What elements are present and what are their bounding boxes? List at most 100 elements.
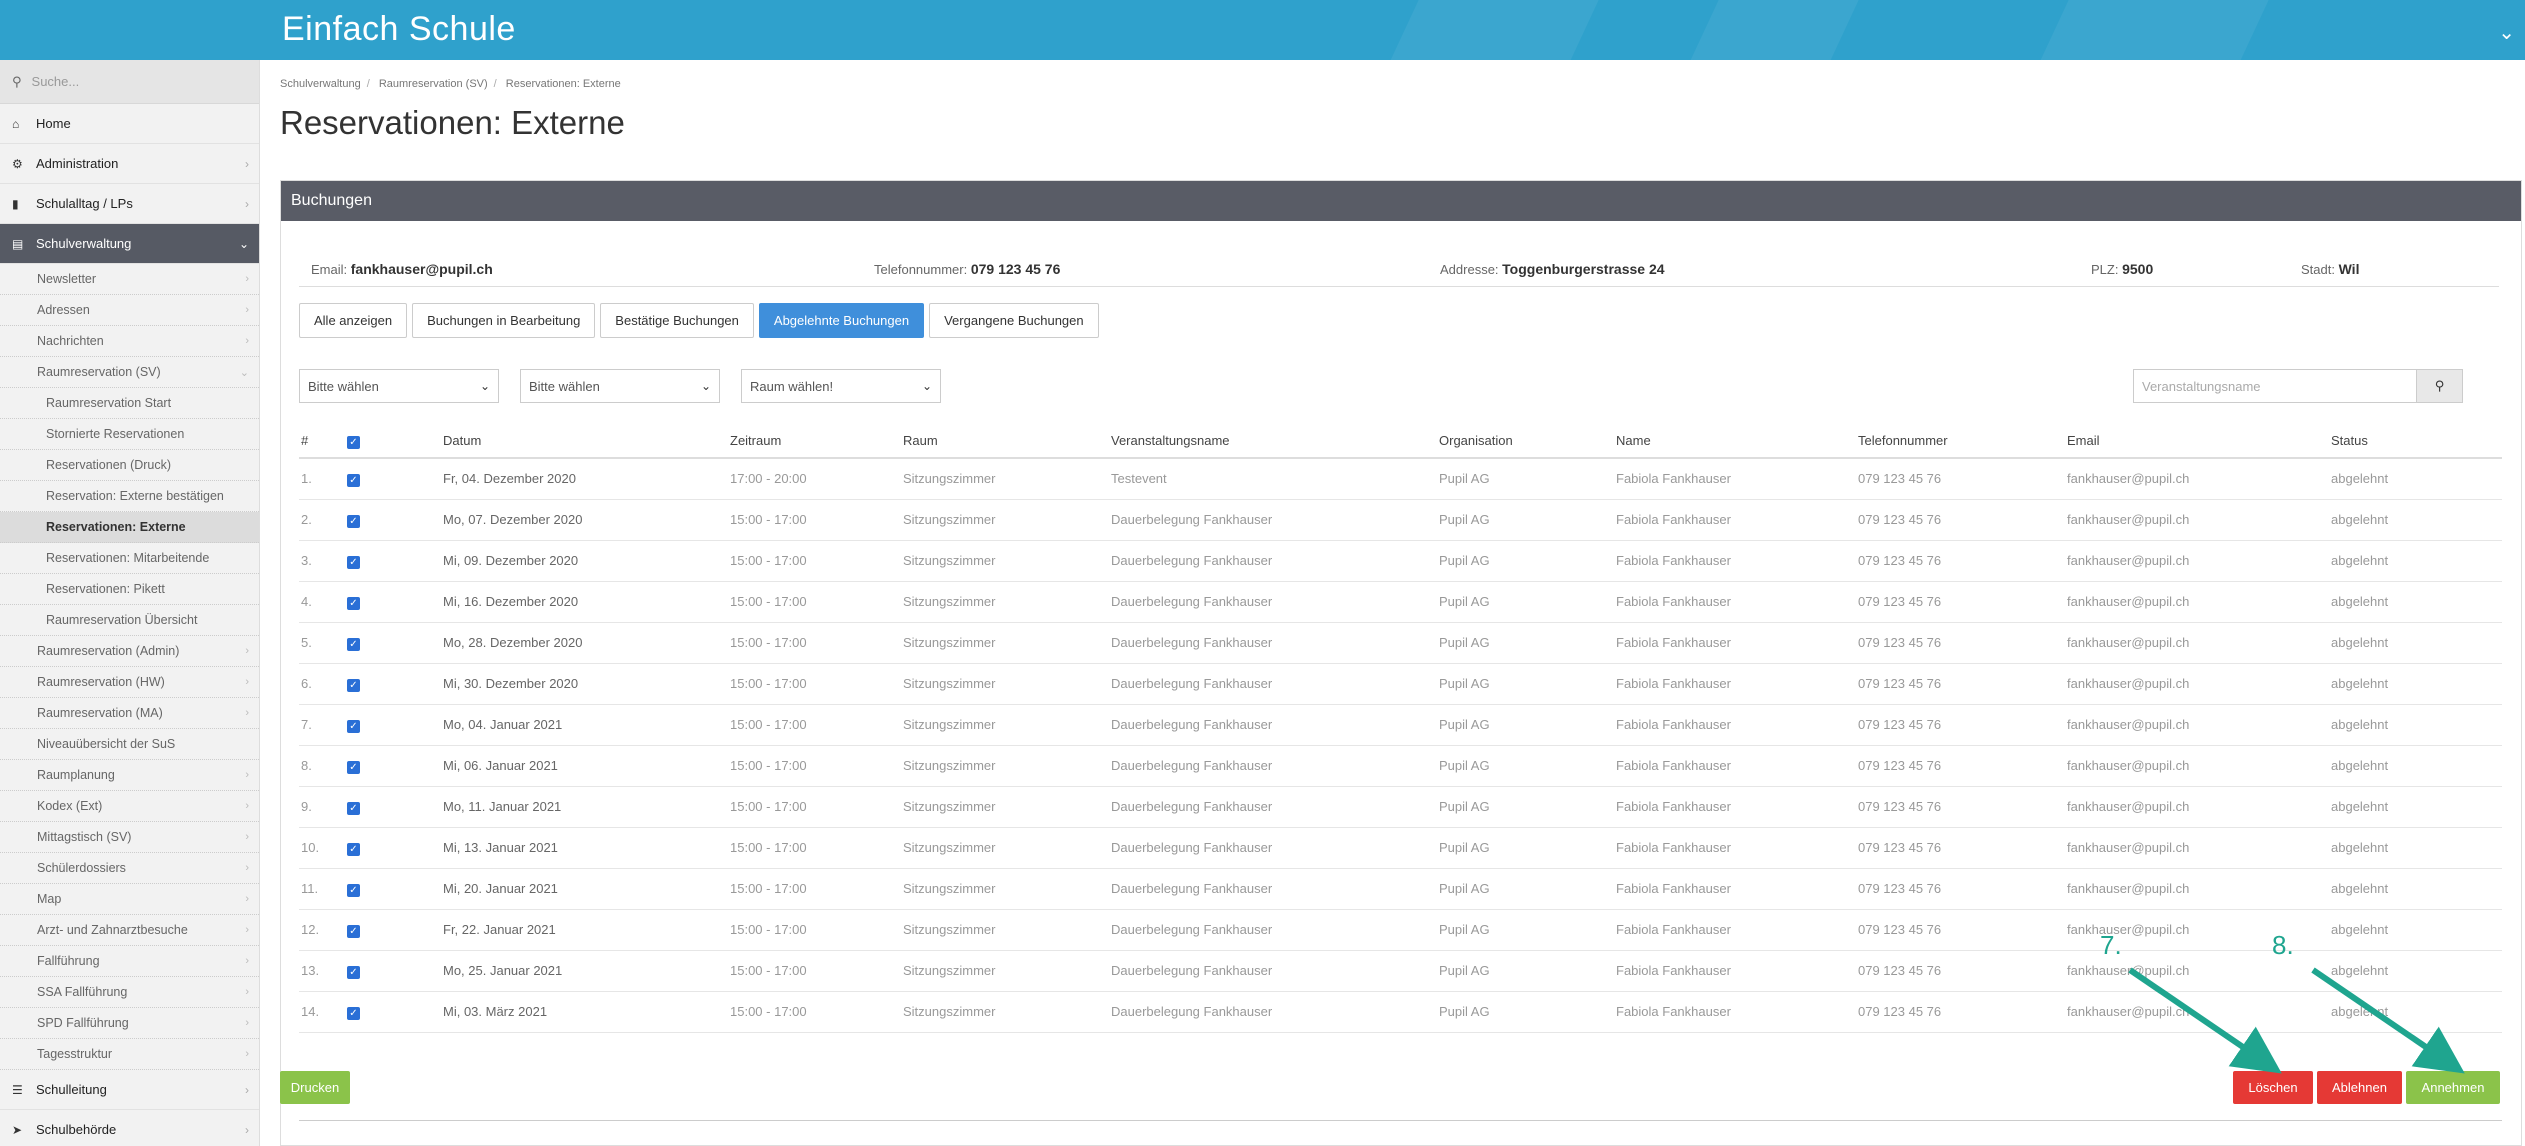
row-checkbox[interactable]: ✓: [347, 760, 360, 774]
sidebar-item-schulverwaltung[interactable]: ▤ Schulverwaltung ⌄: [0, 224, 259, 264]
sidebar-item-administration[interactable]: ⚙ Administration ›: [0, 144, 259, 184]
cell-checkbox[interactable]: ✓: [345, 663, 441, 705]
row-checkbox[interactable]: ✓: [347, 514, 360, 528]
sidebar-sub-stornierte[interactable]: Stornierte Reservationen: [0, 419, 259, 450]
sidebar-item-schulalltag[interactable]: ▮ Schulalltag / LPs ›: [0, 184, 259, 224]
row-checkbox[interactable]: ✓: [347, 555, 360, 569]
table-row[interactable]: 8. ✓ Mi, 06. Januar 2021 15:00 - 17:00 Sitzu…: [299, 745, 2502, 787]
row-checkbox[interactable]: ✓: [347, 678, 360, 692]
breadcrumb-item[interactable]: Schulverwaltung: [280, 78, 361, 90]
cell-checkbox[interactable]: ✓: [345, 499, 441, 541]
filter-select-1[interactable]: Bitte wählen ⌄: [299, 369, 499, 403]
sidebar-sub-raumplanung[interactable]: Raumplanung ›: [0, 760, 259, 791]
room-select[interactable]: Raum wählen! ⌄: [741, 369, 941, 403]
sidebar-sub-niveau[interactable]: Niveauübersicht der SuS: [0, 729, 259, 760]
sidebar-sub-raumreservation-start[interactable]: Raumreservation Start: [0, 388, 259, 419]
sidebar-sub-mittagstisch[interactable]: Mittagstisch (SV) ›: [0, 822, 259, 853]
checkbox-select-all[interactable]: ✓: [347, 435, 360, 449]
filter-select-2[interactable]: Bitte wählen ⌄: [520, 369, 720, 403]
sidebar-sub-nachrichten[interactable]: Nachrichten ›: [0, 326, 259, 357]
col-name[interactable]: Name: [1614, 424, 1856, 459]
table-row[interactable]: 3. ✓ Mi, 09. Dezember 2020 15:00 - 17:00 Sit…: [299, 540, 2502, 582]
sidebar-sub-spd[interactable]: SPD Fallführung ›: [0, 1008, 259, 1039]
table-row[interactable]: 12. ✓ Fr, 22. Januar 2021 15:00 - 17:00 Sitz…: [299, 909, 2502, 951]
table-row[interactable]: 10. ✓ Mi, 13. Januar 2021 15:00 - 17:00 Sitz…: [299, 827, 2502, 869]
cell-checkbox[interactable]: ✓: [345, 991, 441, 1033]
cell-checkbox[interactable]: ✓: [345, 622, 441, 664]
tab-vergangen[interactable]: Vergangene Buchungen: [929, 303, 1099, 338]
sidebar-sub-raumreservation-sv[interactable]: Raumreservation (SV) ⌄: [0, 357, 259, 388]
col-telefon[interactable]: Telefonnummer: [1856, 424, 2065, 459]
cell-checkbox[interactable]: ✓: [345, 827, 441, 869]
table-row[interactable]: 6. ✓ Mi, 30. Dezember 2020 15:00 - 17:00 Sit…: [299, 663, 2502, 705]
cell-checkbox[interactable]: ✓: [345, 458, 441, 500]
table-row[interactable]: 2. ✓ Mo, 07. Dezember 2020 15:00 - 17:00 Sit…: [299, 499, 2502, 541]
col-zeitraum[interactable]: Zeitraum: [728, 424, 901, 459]
sidebar-sub-uebersicht[interactable]: Raumreservation Übersicht: [0, 605, 259, 636]
sidebar-sub-kodex[interactable]: Kodex (Ext) ›: [0, 791, 259, 822]
col-select-all[interactable]: ✓: [345, 424, 441, 459]
sidebar-sub-arzt[interactable]: Arzt- und Zahnarztbesuche ›: [0, 915, 259, 946]
chevron-down-icon[interactable]: ⌄: [2498, 20, 2515, 45]
sidebar-sub-externe[interactable]: Reservationen: Externe: [0, 512, 259, 543]
sidebar-item-schulleitung[interactable]: ☰ Schulleitung ›: [0, 1070, 259, 1110]
row-checkbox[interactable]: ✓: [347, 883, 360, 897]
print-button[interactable]: Drucken: [280, 1071, 350, 1104]
tab-in-bearbeitung[interactable]: Buchungen in Bearbeitung: [412, 303, 596, 338]
row-checkbox[interactable]: ✓: [347, 637, 360, 651]
sidebar-item-schulbehoerde[interactable]: ➤ Schulbehörde ›: [0, 1110, 259, 1146]
tab-abgelehnt[interactable]: Abgelehnte Buchungen: [758, 303, 925, 338]
table-row[interactable]: 11. ✓ Mi, 20. Januar 2021 15:00 - 17:00 Sitz…: [299, 868, 2502, 910]
sidebar-sub-mitarbeitende[interactable]: Reservationen: Mitarbeitende: [0, 543, 259, 574]
sidebar-sub-fallfuehrung[interactable]: Fallführung ›: [0, 946, 259, 977]
cell-checkbox[interactable]: ✓: [345, 540, 441, 582]
sidebar-sub-externe-bestaetigen[interactable]: Reservation: Externe bestätigen: [0, 481, 259, 512]
sidebar-item-home[interactable]: ⌂ Home: [0, 104, 259, 144]
col-organisation[interactable]: Organisation: [1437, 424, 1614, 459]
row-checkbox[interactable]: ✓: [347, 1006, 360, 1020]
sidebar-sub-ssa[interactable]: SSA Fallführung ›: [0, 977, 259, 1008]
col-status[interactable]: Status: [2329, 424, 2502, 459]
row-checkbox[interactable]: ✓: [347, 801, 360, 815]
table-row[interactable]: 1. ✓ Fr, 04. Dezember 2020 17:00 - 20:00 Sit…: [299, 458, 2502, 500]
table-row[interactable]: 7. ✓ Mo, 04. Januar 2021 15:00 - 17:00 Sitzu…: [299, 704, 2502, 746]
sidebar-sub-raumreservation-hw[interactable]: Raumreservation (HW) ›: [0, 667, 259, 698]
col-datum[interactable]: Datum: [441, 424, 728, 459]
row-checkbox[interactable]: ✓: [347, 473, 360, 487]
cell-checkbox[interactable]: ✓: [345, 745, 441, 787]
table-row[interactable]: 5. ✓ Mo, 28. Dezember 2020 15:00 - 17:00 Sit…: [299, 622, 2502, 664]
sidebar-sub-adressen[interactable]: Adressen ›: [0, 295, 259, 326]
cell-checkbox[interactable]: ✓: [345, 909, 441, 951]
sidebar-sub-schuelerdossiers[interactable]: Schülerdossiers ›: [0, 853, 259, 884]
sidebar-sub-raumreservation-admin[interactable]: Raumreservation (Admin) ›: [0, 636, 259, 667]
sidebar-sub-raumreservation-ma[interactable]: Raumreservation (MA) ›: [0, 698, 259, 729]
breadcrumb-item[interactable]: Raumreservation (SV): [379, 78, 488, 90]
tab-alle[interactable]: Alle anzeigen: [299, 303, 408, 338]
col-raum[interactable]: Raum: [901, 424, 1109, 459]
row-checkbox[interactable]: ✓: [347, 842, 360, 856]
table-row[interactable]: 4. ✓ Mi, 16. Dezember 2020 15:00 - 17:00 Sit…: [299, 581, 2502, 623]
cell-checkbox[interactable]: ✓: [345, 581, 441, 623]
row-checkbox[interactable]: ✓: [347, 924, 360, 938]
sidebar-sub-map[interactable]: Map ›: [0, 884, 259, 915]
table-row[interactable]: 9. ✓ Mo, 11. Januar 2021 15:00 - 17:00 Sitzu…: [299, 786, 2502, 828]
sidebar-search[interactable]: ⚲ Suche...: [0, 60, 259, 104]
row-checkbox[interactable]: ✓: [347, 719, 360, 733]
cell-checkbox[interactable]: ✓: [345, 704, 441, 746]
col-veranstaltung[interactable]: Veranstaltungsname: [1109, 424, 1437, 459]
table-row[interactable]: 13. ✓ Mo, 25. Januar 2021 15:00 - 17:00 Sitz…: [299, 950, 2502, 992]
row-checkbox[interactable]: ✓: [347, 596, 360, 610]
sidebar-sub-tagesstruktur[interactable]: Tagesstruktur ›: [0, 1039, 259, 1070]
sidebar-sub-pikett[interactable]: Reservationen: Pikett: [0, 574, 259, 605]
reject-button[interactable]: Ablehnen: [2317, 1071, 2402, 1104]
cell-checkbox[interactable]: ✓: [345, 786, 441, 828]
tab-bestaetigt[interactable]: Bestätige Buchungen: [600, 303, 754, 338]
sidebar-sub-newsletter[interactable]: Newsletter ›: [0, 264, 259, 295]
sidebar-sub-druck[interactable]: Reservationen (Druck): [0, 450, 259, 481]
col-email[interactable]: Email: [2065, 424, 2329, 459]
cell-checkbox[interactable]: ✓: [345, 868, 441, 910]
table-row[interactable]: 14. ✓ Mi, 03. März 2021 15:00 - 17:00 Sitzun…: [299, 991, 2502, 1033]
row-checkbox[interactable]: ✓: [347, 965, 360, 979]
delete-button[interactable]: Löschen: [2233, 1071, 2313, 1104]
search-button[interactable]: ⚲: [2416, 370, 2462, 402]
